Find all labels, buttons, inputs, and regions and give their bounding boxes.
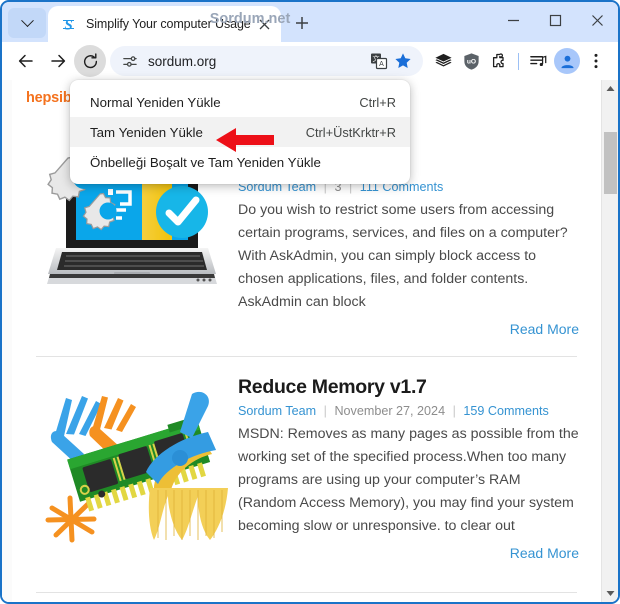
- profile-avatar-icon[interactable]: [554, 48, 580, 74]
- article-meta: Sordum Team | November 27, 2024 | 159 Co…: [238, 404, 581, 418]
- article-card: Reduce Memory v1.7 Sordum Team | Novembe…: [26, 376, 589, 561]
- menu-item-label: Normal Yeniden Yükle: [90, 94, 221, 110]
- url-text[interactable]: sordum.org: [148, 54, 367, 69]
- page-scrollbar[interactable]: [601, 80, 618, 602]
- tune-icon[interactable]: [117, 49, 141, 73]
- article-text: Reduce Memory v1.7 Sordum Team | Novembe…: [238, 376, 589, 561]
- browser-window: S Simplify Your computer Usage Sordum.ne…: [0, 0, 620, 604]
- article-comments-link[interactable]: 159 Comments: [463, 404, 548, 418]
- back-arrow-icon: [18, 54, 33, 68]
- ublock-origin-shield-icon[interactable]: uO: [457, 46, 485, 76]
- three-dot-menu-icon[interactable]: [582, 46, 610, 76]
- reload-button[interactable]: [74, 45, 106, 77]
- browser-toolbar: sordum.org 文 A: [2, 42, 618, 80]
- meta-separator: |: [452, 404, 456, 419]
- article-author-link[interactable]: Sordum Team: [238, 404, 316, 418]
- close-button[interactable]: [576, 2, 618, 38]
- svg-text:uO: uO: [466, 58, 475, 65]
- window-controls: [492, 2, 618, 38]
- article-date: November 27, 2024: [334, 404, 446, 419]
- article-title[interactable]: Reduce Memory v1.7: [238, 376, 581, 399]
- menu-item-label: Önbelleği Boşalt ve Tam Yeniden Yükle: [90, 154, 321, 170]
- minimize-button[interactable]: [492, 2, 534, 38]
- new-tab-button[interactable]: [287, 8, 317, 38]
- menu-item-shortcut: Ctrl+ÜstKrktr+R: [305, 124, 396, 140]
- svg-text:A: A: [379, 61, 384, 68]
- tab-close-button[interactable]: [255, 14, 275, 34]
- translate-icon[interactable]: 文 A: [367, 49, 391, 73]
- scroll-up-arrow-icon[interactable]: [602, 80, 618, 97]
- sordum-s-favicon: S: [60, 16, 77, 33]
- address-bar[interactable]: sordum.org 文 A: [110, 46, 423, 76]
- menu-item-hard-reload[interactable]: Tam Yeniden Yükle Ctrl+ÜstKrktr+R: [70, 117, 410, 147]
- back-button[interactable]: [10, 45, 42, 77]
- chevron-down-icon: [20, 13, 34, 27]
- menu-item-shortcut: Ctrl+R: [359, 94, 396, 110]
- tab-search-button[interactable]: [8, 8, 46, 38]
- reload-icon: [83, 52, 97, 68]
- title-bar: S Simplify Your computer Usage Sordum.ne…: [2, 2, 618, 42]
- reduce-memory-ram-broom-icon[interactable]: [26, 376, 238, 561]
- maximize-button[interactable]: [534, 2, 576, 38]
- forward-arrow-icon: [51, 54, 66, 68]
- menu-item-normal-reload[interactable]: Normal Yeniden Yükle Ctrl+R: [70, 87, 410, 117]
- menu-item-empty-cache-hard-reload[interactable]: Önbelleği Boşalt ve Tam Yeniden Yükle: [70, 147, 410, 177]
- article-description: Do you wish to restrict some users from …: [238, 202, 568, 311]
- media-playlist-icon[interactable]: [524, 46, 552, 76]
- menu-item-label: Tam Yeniden Yükle: [90, 124, 203, 140]
- tab-title: Simplify Your computer Usage: [86, 17, 251, 31]
- scroll-down-arrow-icon[interactable]: [602, 585, 618, 602]
- reload-context-menu: Normal Yeniden Yükle Ctrl+R Tam Yeniden …: [70, 80, 410, 184]
- forward-button[interactable]: [42, 45, 74, 77]
- scrollbar-thumb[interactable]: [604, 132, 617, 194]
- read-more-link[interactable]: Read More: [238, 321, 581, 337]
- article-divider: [36, 592, 577, 593]
- svg-text:S: S: [64, 17, 72, 33]
- browser-tab[interactable]: S Simplify Your computer Usage: [48, 6, 281, 42]
- layers-icon[interactable]: [429, 46, 457, 76]
- read-more-link[interactable]: Read More: [238, 545, 581, 561]
- meta-separator: |: [323, 404, 327, 419]
- article-divider: [36, 356, 577, 357]
- puzzle-extensions-icon[interactable]: [485, 46, 513, 76]
- article-description: MSDN: Removes as many pages as possible …: [238, 426, 579, 535]
- star-filled-icon[interactable]: [391, 49, 415, 73]
- toolbar-divider: [518, 52, 519, 70]
